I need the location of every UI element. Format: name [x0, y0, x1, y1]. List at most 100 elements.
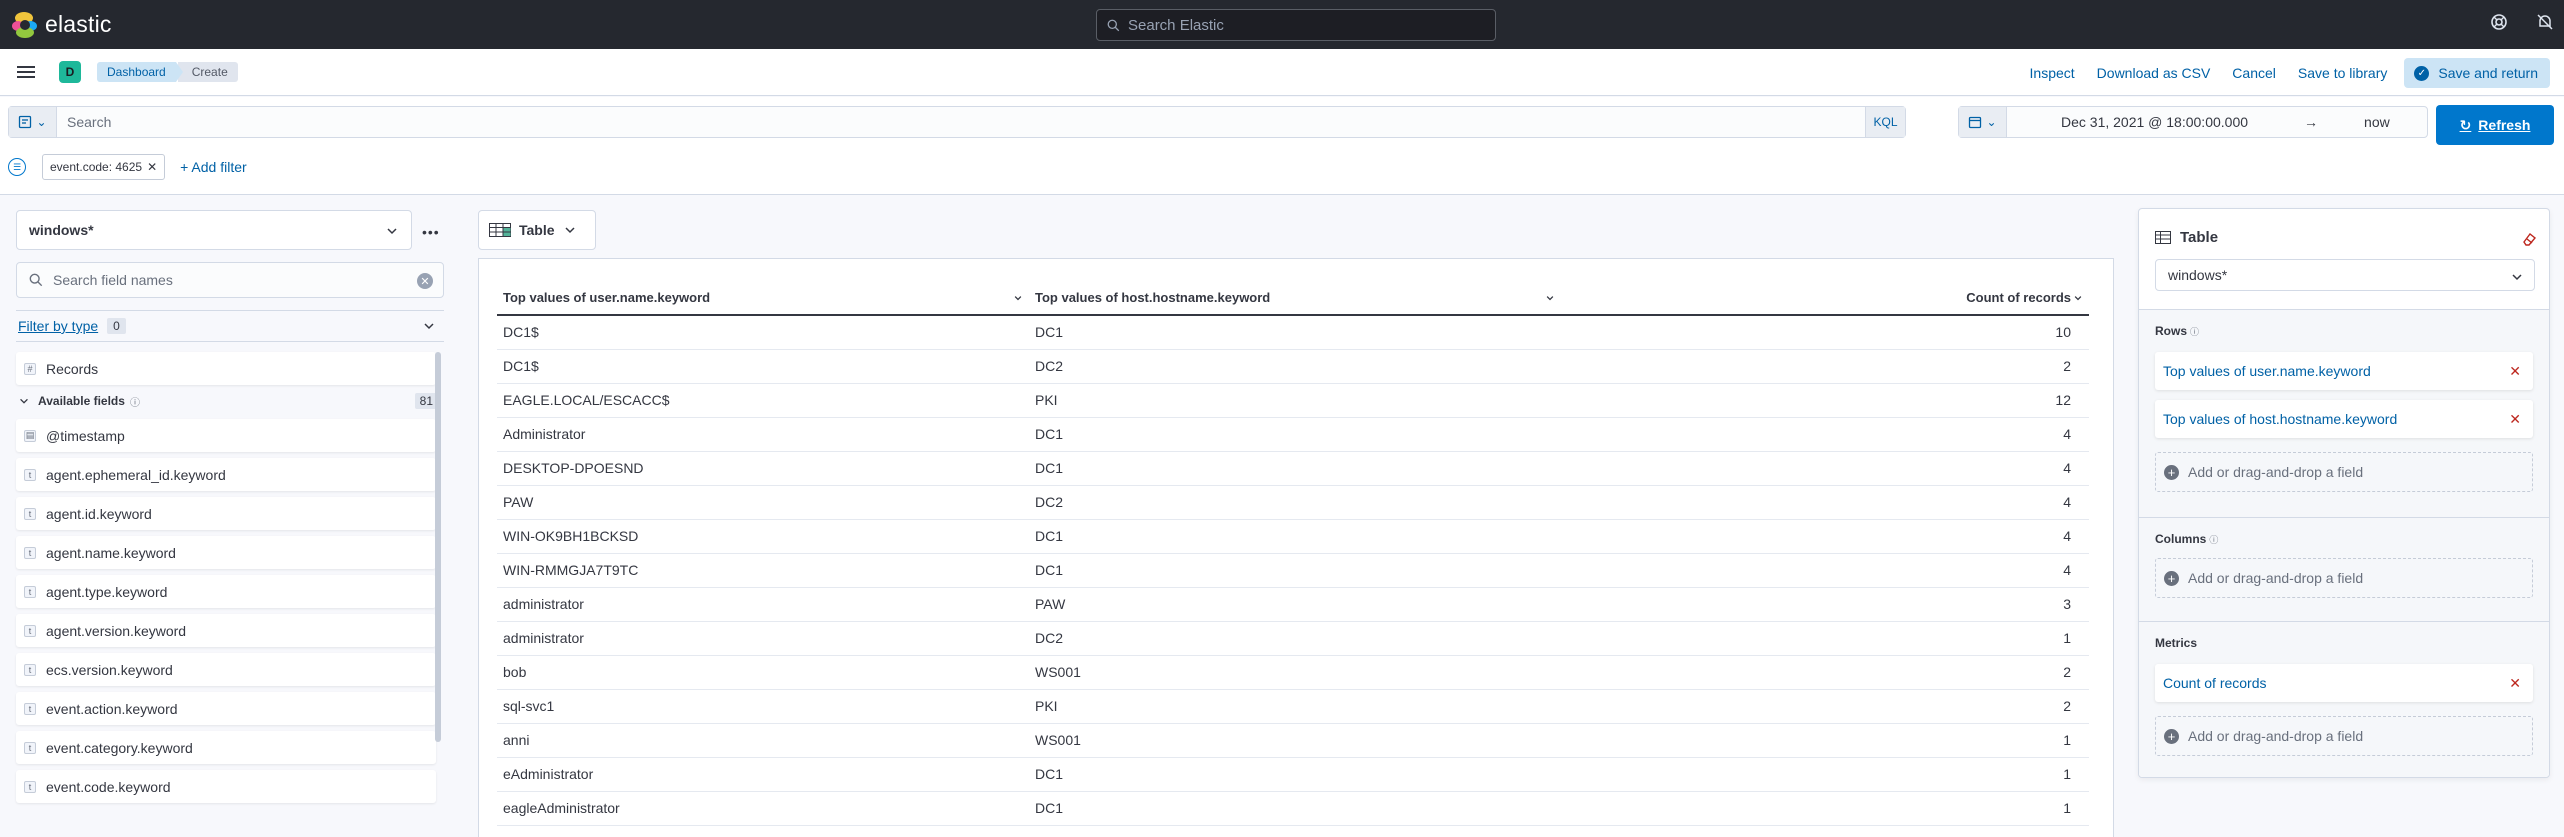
filter-by-type-button[interactable]: Filter by type 0 — [16, 310, 444, 342]
query-bar: ⌄ Search KQL ⌄ Dec 31, 2021 @ 18:00:00.0… — [0, 97, 2564, 195]
string-type-icon: t — [24, 468, 36, 481]
list-item[interactable]: t event.code.keyword — [16, 770, 436, 803]
global-header: elastic Search Elastic — [0, 0, 2564, 49]
column-header[interactable]: Top values of host.hostname.keyword — [1029, 281, 1561, 316]
field-name: agent.ephemeral_id.keyword — [46, 466, 226, 483]
kql-toggle-button[interactable]: KQL — [1865, 107, 1905, 137]
string-type-icon: t — [24, 507, 36, 520]
layer-index-pattern-select[interactable]: windows* — [2155, 259, 2535, 291]
plus-icon: + — [2164, 464, 2179, 480]
table-cell: 1 — [1561, 621, 2089, 656]
table-row: eagleAdministrator DC1 1 — [497, 791, 2089, 826]
date-end[interactable]: now — [2364, 114, 2390, 130]
filter-pill[interactable]: event.code: 4625 ✕ — [42, 154, 166, 180]
download-csv-button[interactable]: Download as CSV — [2086, 65, 2222, 81]
table-cell: 4 — [1561, 417, 2089, 452]
save-and-return-button[interactable]: ✓ Save and return — [2404, 58, 2550, 88]
field-search-input[interactable]: Search field names ✕ — [16, 262, 444, 298]
inspect-button[interactable]: Inspect — [2019, 65, 2086, 81]
more-options-icon[interactable]: ••• — [422, 224, 440, 240]
breadcrumb-dashboard[interactable]: Dashboard — [97, 62, 183, 82]
refresh-button[interactable]: ↻ Refresh — [2436, 105, 2554, 145]
available-fields-label: Available fields — [38, 394, 125, 408]
table-cell: Administrator — [497, 417, 1029, 452]
cancel-button[interactable]: Cancel — [2221, 65, 2287, 81]
refresh-label: Refresh — [2478, 117, 2531, 133]
table-icon — [489, 223, 511, 237]
quick-select-button[interactable]: ⌄ — [1959, 107, 2007, 137]
records-field[interactable]: # Records — [16, 352, 436, 385]
table-cell: DC2 — [1029, 621, 1561, 656]
global-search-placeholder: Search Elastic — [1128, 16, 1224, 34]
help-icon[interactable] — [2490, 13, 2508, 31]
add-row-field-button[interactable]: + Add or drag-and-drop a field — [2155, 452, 2533, 492]
chevron-down-icon[interactable] — [1545, 293, 1555, 303]
table-cell: 10 — [1561, 315, 2089, 350]
list-item[interactable]: ▤ @timestamp — [16, 419, 436, 452]
clear-icon[interactable]: ✕ — [417, 273, 433, 289]
field-list: # Records Available fields ⓘ 81 ▤ @times… — [16, 352, 438, 809]
check-icon: ✓ — [2414, 65, 2430, 81]
save-to-library-button[interactable]: Save to library — [2287, 65, 2398, 81]
close-icon[interactable]: ✕ — [147, 160, 157, 174]
table-cell: DC1$ — [497, 315, 1029, 350]
table-cell: DC1 — [1029, 757, 1561, 792]
column-header-label: Top values of host.hostname.keyword — [1035, 290, 1271, 305]
remove-icon[interactable]: ✕ — [2509, 363, 2521, 380]
rows-label: Rows ⓘ — [2155, 324, 2199, 338]
add-metric-field-button[interactable]: + Add or drag-and-drop a field — [2155, 716, 2533, 756]
query-search-input[interactable]: Search — [57, 114, 1865, 130]
list-item[interactable]: t event.category.keyword — [16, 731, 436, 764]
list-item[interactable]: t agent.type.keyword — [16, 575, 436, 608]
number-type-icon: # — [24, 362, 36, 375]
available-fields-header[interactable]: Available fields ⓘ 81 — [16, 385, 438, 417]
table-cell: sql-svc1 — [497, 689, 1029, 724]
table-row: DC1$ DC1 10 — [497, 315, 2089, 350]
logo-text: elastic — [45, 11, 112, 37]
date-start[interactable]: Dec 31, 2021 @ 18:00:00.000 — [2061, 114, 2248, 130]
notifications-icon[interactable] — [2536, 13, 2554, 31]
field-name: event.category.keyword — [46, 739, 193, 756]
eraser-icon[interactable] — [2521, 231, 2537, 247]
row-dimension[interactable]: Top values of host.hostname.keyword ✕ — [2155, 400, 2533, 438]
table-row: administrator PAW 3 — [497, 587, 2089, 622]
menu-toggle-icon[interactable] — [17, 63, 35, 81]
table-row: WIN-RMMGJA7T9TC DC1 4 — [497, 553, 2089, 588]
visualization-type-label: Table — [519, 222, 555, 238]
remove-icon[interactable]: ✕ — [2509, 411, 2521, 428]
chevron-down-icon[interactable] — [2073, 293, 2083, 303]
remove-icon[interactable]: ✕ — [2509, 675, 2521, 692]
rows-section: Rows ⓘ Top values of user.name.keyword ✕ … — [2139, 309, 2549, 517]
add-column-field-button[interactable]: + Add or drag-and-drop a field — [2155, 558, 2533, 598]
list-item[interactable]: t agent.id.keyword — [16, 497, 436, 530]
index-pattern-select[interactable]: windows* — [16, 210, 412, 250]
saved-query-menu-button[interactable]: ⌄ — [9, 107, 57, 137]
table-cell: 4 — [1561, 485, 2089, 520]
add-field-label: Add or drag-and-drop a field — [2188, 570, 2364, 586]
list-item[interactable]: t agent.name.keyword — [16, 536, 436, 569]
filter-options-icon[interactable]: ☰ — [8, 158, 26, 176]
columns-label: Columns ⓘ — [2155, 532, 2218, 546]
list-item[interactable]: t event.action.keyword — [16, 692, 436, 725]
list-item[interactable]: t agent.version.keyword — [16, 614, 436, 647]
space-avatar[interactable]: D — [59, 61, 81, 83]
row-dimension[interactable]: Top values of user.name.keyword ✕ — [2155, 352, 2533, 390]
row-dimension-label: Top values of user.name.keyword — [2163, 363, 2371, 379]
chevron-down-icon: ⌄ — [36, 115, 47, 129]
chevron-down-icon[interactable] — [1013, 293, 1023, 303]
save-and-return-label: Save and return — [2438, 65, 2538, 81]
list-item[interactable]: t agent.ephemeral_id.keyword — [16, 458, 436, 491]
elastic-logo[interactable]: elastic — [12, 11, 112, 38]
visualization-type-button[interactable]: Table — [478, 210, 596, 250]
column-header[interactable]: Count of records — [1561, 281, 2089, 316]
metric-dimension[interactable]: Count of records ✕ — [2155, 664, 2533, 702]
global-search-input[interactable]: Search Elastic — [1096, 9, 1496, 41]
list-item[interactable]: t ecs.version.keyword — [16, 653, 436, 686]
add-filter-button[interactable]: + Add filter — [180, 159, 247, 175]
table-cell: DC2 — [1029, 349, 1561, 384]
table-cell: 4 — [1561, 451, 2089, 486]
query-input-container: ⌄ Search KQL — [8, 106, 1906, 138]
column-header[interactable]: Top values of user.name.keyword — [497, 281, 1029, 316]
table-cell: PAW — [1029, 587, 1561, 622]
field-list-scrollbar[interactable] — [435, 352, 441, 742]
